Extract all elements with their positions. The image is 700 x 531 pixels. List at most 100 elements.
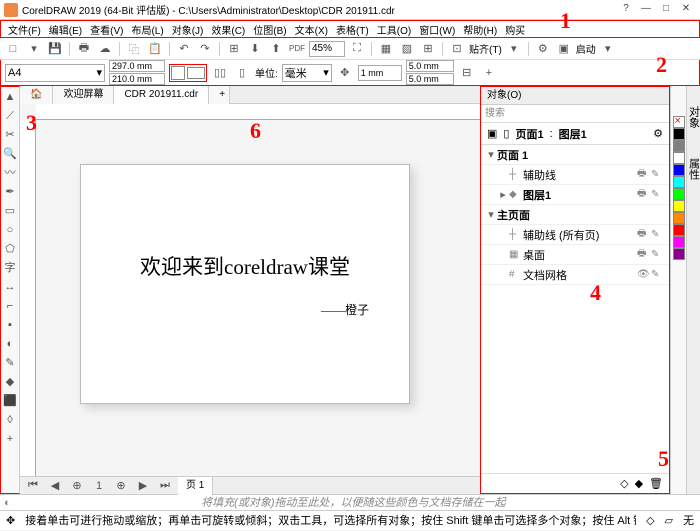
new-layer-icon[interactable]: ◇	[620, 477, 628, 490]
text-tool-icon[interactable]: 字	[2, 260, 18, 276]
menu-item[interactable]: 帮助(H)	[460, 22, 500, 37]
help-icon[interactable]: ?	[616, 3, 636, 17]
tree-page1[interactable]: ▾页面 1	[481, 145, 669, 165]
copy-icon[interactable]: ⿻	[125, 40, 143, 58]
nudge-input[interactable]	[358, 65, 402, 81]
color-swatch[interactable]	[673, 188, 685, 200]
outline-tool-icon[interactable]: ◊	[2, 412, 18, 428]
print-icon[interactable]: 🖶	[75, 40, 93, 58]
current-page-icon[interactable]: ▯	[233, 64, 251, 82]
close-button[interactable]: ✕	[676, 3, 696, 17]
color-swatch[interactable]	[673, 140, 685, 152]
paste-icon[interactable]: 📋	[146, 40, 164, 58]
artistic-tool-icon[interactable]: ✒	[2, 184, 18, 200]
panel-options-icon[interactable]: ⚙	[653, 127, 663, 140]
tree-grid[interactable]: #文档网格👁✎	[481, 265, 669, 285]
redo-icon[interactable]: ↷	[196, 40, 214, 58]
menu-item[interactable]: 表格(T)	[333, 22, 372, 37]
color-swatch[interactable]	[673, 200, 685, 212]
dup-x-input[interactable]	[406, 60, 454, 72]
menu-item[interactable]: 窗口(W)	[416, 22, 458, 37]
eyedropper-tool-icon[interactable]: ✎	[2, 355, 18, 371]
color-drop-icon[interactable]: ◐	[4, 495, 11, 510]
transparency-tool-icon[interactable]: ◐	[2, 336, 18, 352]
pick-tool-icon[interactable]: ▲	[2, 89, 18, 105]
menu-item[interactable]: 购买	[502, 22, 528, 37]
maximize-button[interactable]: □	[656, 3, 676, 17]
bc-layer[interactable]: 图层1	[559, 126, 587, 142]
color-swatch[interactable]	[673, 236, 685, 248]
color-swatch[interactable]	[673, 152, 685, 164]
tree-guides-all[interactable]: ┼辅助线 (所有页)🖶✎	[481, 225, 669, 245]
snap-icon[interactable]: ⊡	[448, 40, 466, 58]
outline-swatch-icon[interactable]: ▱	[665, 511, 673, 531]
launch-icon[interactable]: ▣	[555, 40, 573, 58]
ellipse-tool-icon[interactable]: ○	[2, 222, 18, 238]
new-icon[interactable]: □	[4, 40, 22, 58]
snap-label[interactable]: 贴齐(T)	[469, 41, 502, 56]
add-tool-icon[interactable]: +	[2, 431, 18, 447]
dup-y-input[interactable]	[406, 73, 454, 85]
page-size-combo[interactable]: A4▾	[5, 64, 105, 82]
menu-item[interactable]: 查看(V)	[87, 22, 126, 37]
open-icon[interactable]: ▾	[25, 40, 43, 58]
treat-as-filled-icon[interactable]: ⊟	[458, 64, 476, 82]
all-pages-icon[interactable]: ▯▯	[211, 64, 229, 82]
freehand-tool-icon[interactable]: 〰	[2, 165, 18, 181]
zoom-tool-icon[interactable]: 🔍	[2, 146, 18, 162]
docker-tab[interactable]: 对象	[686, 106, 700, 128]
zoom-combo[interactable]	[309, 41, 345, 57]
tab-file[interactable]: CDR 201911.cdr	[114, 86, 209, 104]
no-fill-swatch[interactable]: ×	[673, 116, 685, 128]
fill-tool-icon[interactable]: ◆	[2, 374, 18, 390]
connector-tool-icon[interactable]: ⌐	[2, 298, 18, 314]
launch-drop-icon[interactable]: ▾	[599, 40, 617, 58]
crop-tool-icon[interactable]: ✂	[2, 127, 18, 143]
color-swatch[interactable]	[673, 248, 685, 260]
tab-add[interactable]: +	[209, 86, 230, 104]
parallel-dim-tool-icon[interactable]: ↔	[2, 279, 18, 295]
search-input[interactable]: 搜索	[481, 105, 669, 123]
menu-item[interactable]: 效果(C)	[208, 22, 248, 37]
prev-page-icon[interactable]: ◀	[46, 477, 64, 495]
docker-tab[interactable]: 属性	[686, 158, 700, 180]
menu-item[interactable]: 文本(X)	[292, 22, 331, 37]
tab-home-icon[interactable]: 🏠	[20, 86, 53, 104]
menu-item[interactable]: 对象(J)	[169, 22, 207, 37]
new-master-layer-icon[interactable]: ◆	[635, 477, 643, 490]
color-swatch[interactable]	[673, 164, 685, 176]
tree-layer1[interactable]: ▸◆图层1🖶✎	[481, 185, 669, 205]
polygon-tool-icon[interactable]: ⬠	[2, 241, 18, 257]
menu-item[interactable]: 位图(B)	[250, 22, 289, 37]
options-icon[interactable]: ⚙	[534, 40, 552, 58]
search-icon[interactable]: ⊞	[225, 40, 243, 58]
add-page-after-icon[interactable]: ⊕	[112, 477, 130, 495]
landscape-button[interactable]	[187, 67, 205, 79]
menu-item[interactable]: 文件(F)	[5, 22, 44, 37]
fill-swatch-icon[interactable]: ◇	[646, 511, 654, 531]
color-swatch[interactable]	[673, 224, 685, 236]
save-icon[interactable]: 💾	[46, 40, 64, 58]
tree-desktop[interactable]: ▦桌面🖶✎	[481, 245, 669, 265]
import-icon[interactable]: ⬇	[246, 40, 264, 58]
shadow-tool-icon[interactable]: ▪	[2, 317, 18, 333]
smart-fill-tool-icon[interactable]: ⬛	[2, 393, 18, 409]
page-width-input[interactable]	[109, 60, 165, 72]
menu-item[interactable]: 布局(L)	[128, 22, 166, 37]
tree-guides[interactable]: ┼辅助线🖶✎	[481, 165, 669, 185]
export-icon[interactable]: ⬆	[267, 40, 285, 58]
launch-label[interactable]: 启动	[576, 41, 596, 56]
pages-icon[interactable]: ▣	[487, 127, 497, 140]
undo-icon[interactable]: ↶	[175, 40, 193, 58]
tab-welcome[interactable]: 欢迎屏幕	[53, 86, 114, 104]
layers-icon[interactable]: ▯	[503, 127, 509, 140]
cloud-icon[interactable]: ☁	[96, 40, 114, 58]
color-swatch[interactable]	[673, 128, 685, 140]
minimize-button[interactable]: —	[636, 3, 656, 17]
delete-layer-icon[interactable]: 🗑	[649, 477, 663, 490]
fullscreen-icon[interactable]: ⛶	[348, 40, 366, 58]
menu-item[interactable]: 编辑(E)	[46, 22, 85, 37]
bc-page[interactable]: 页面1	[515, 126, 543, 142]
page-height-input[interactable]	[109, 73, 165, 85]
add-preset-icon[interactable]: +	[480, 64, 498, 82]
